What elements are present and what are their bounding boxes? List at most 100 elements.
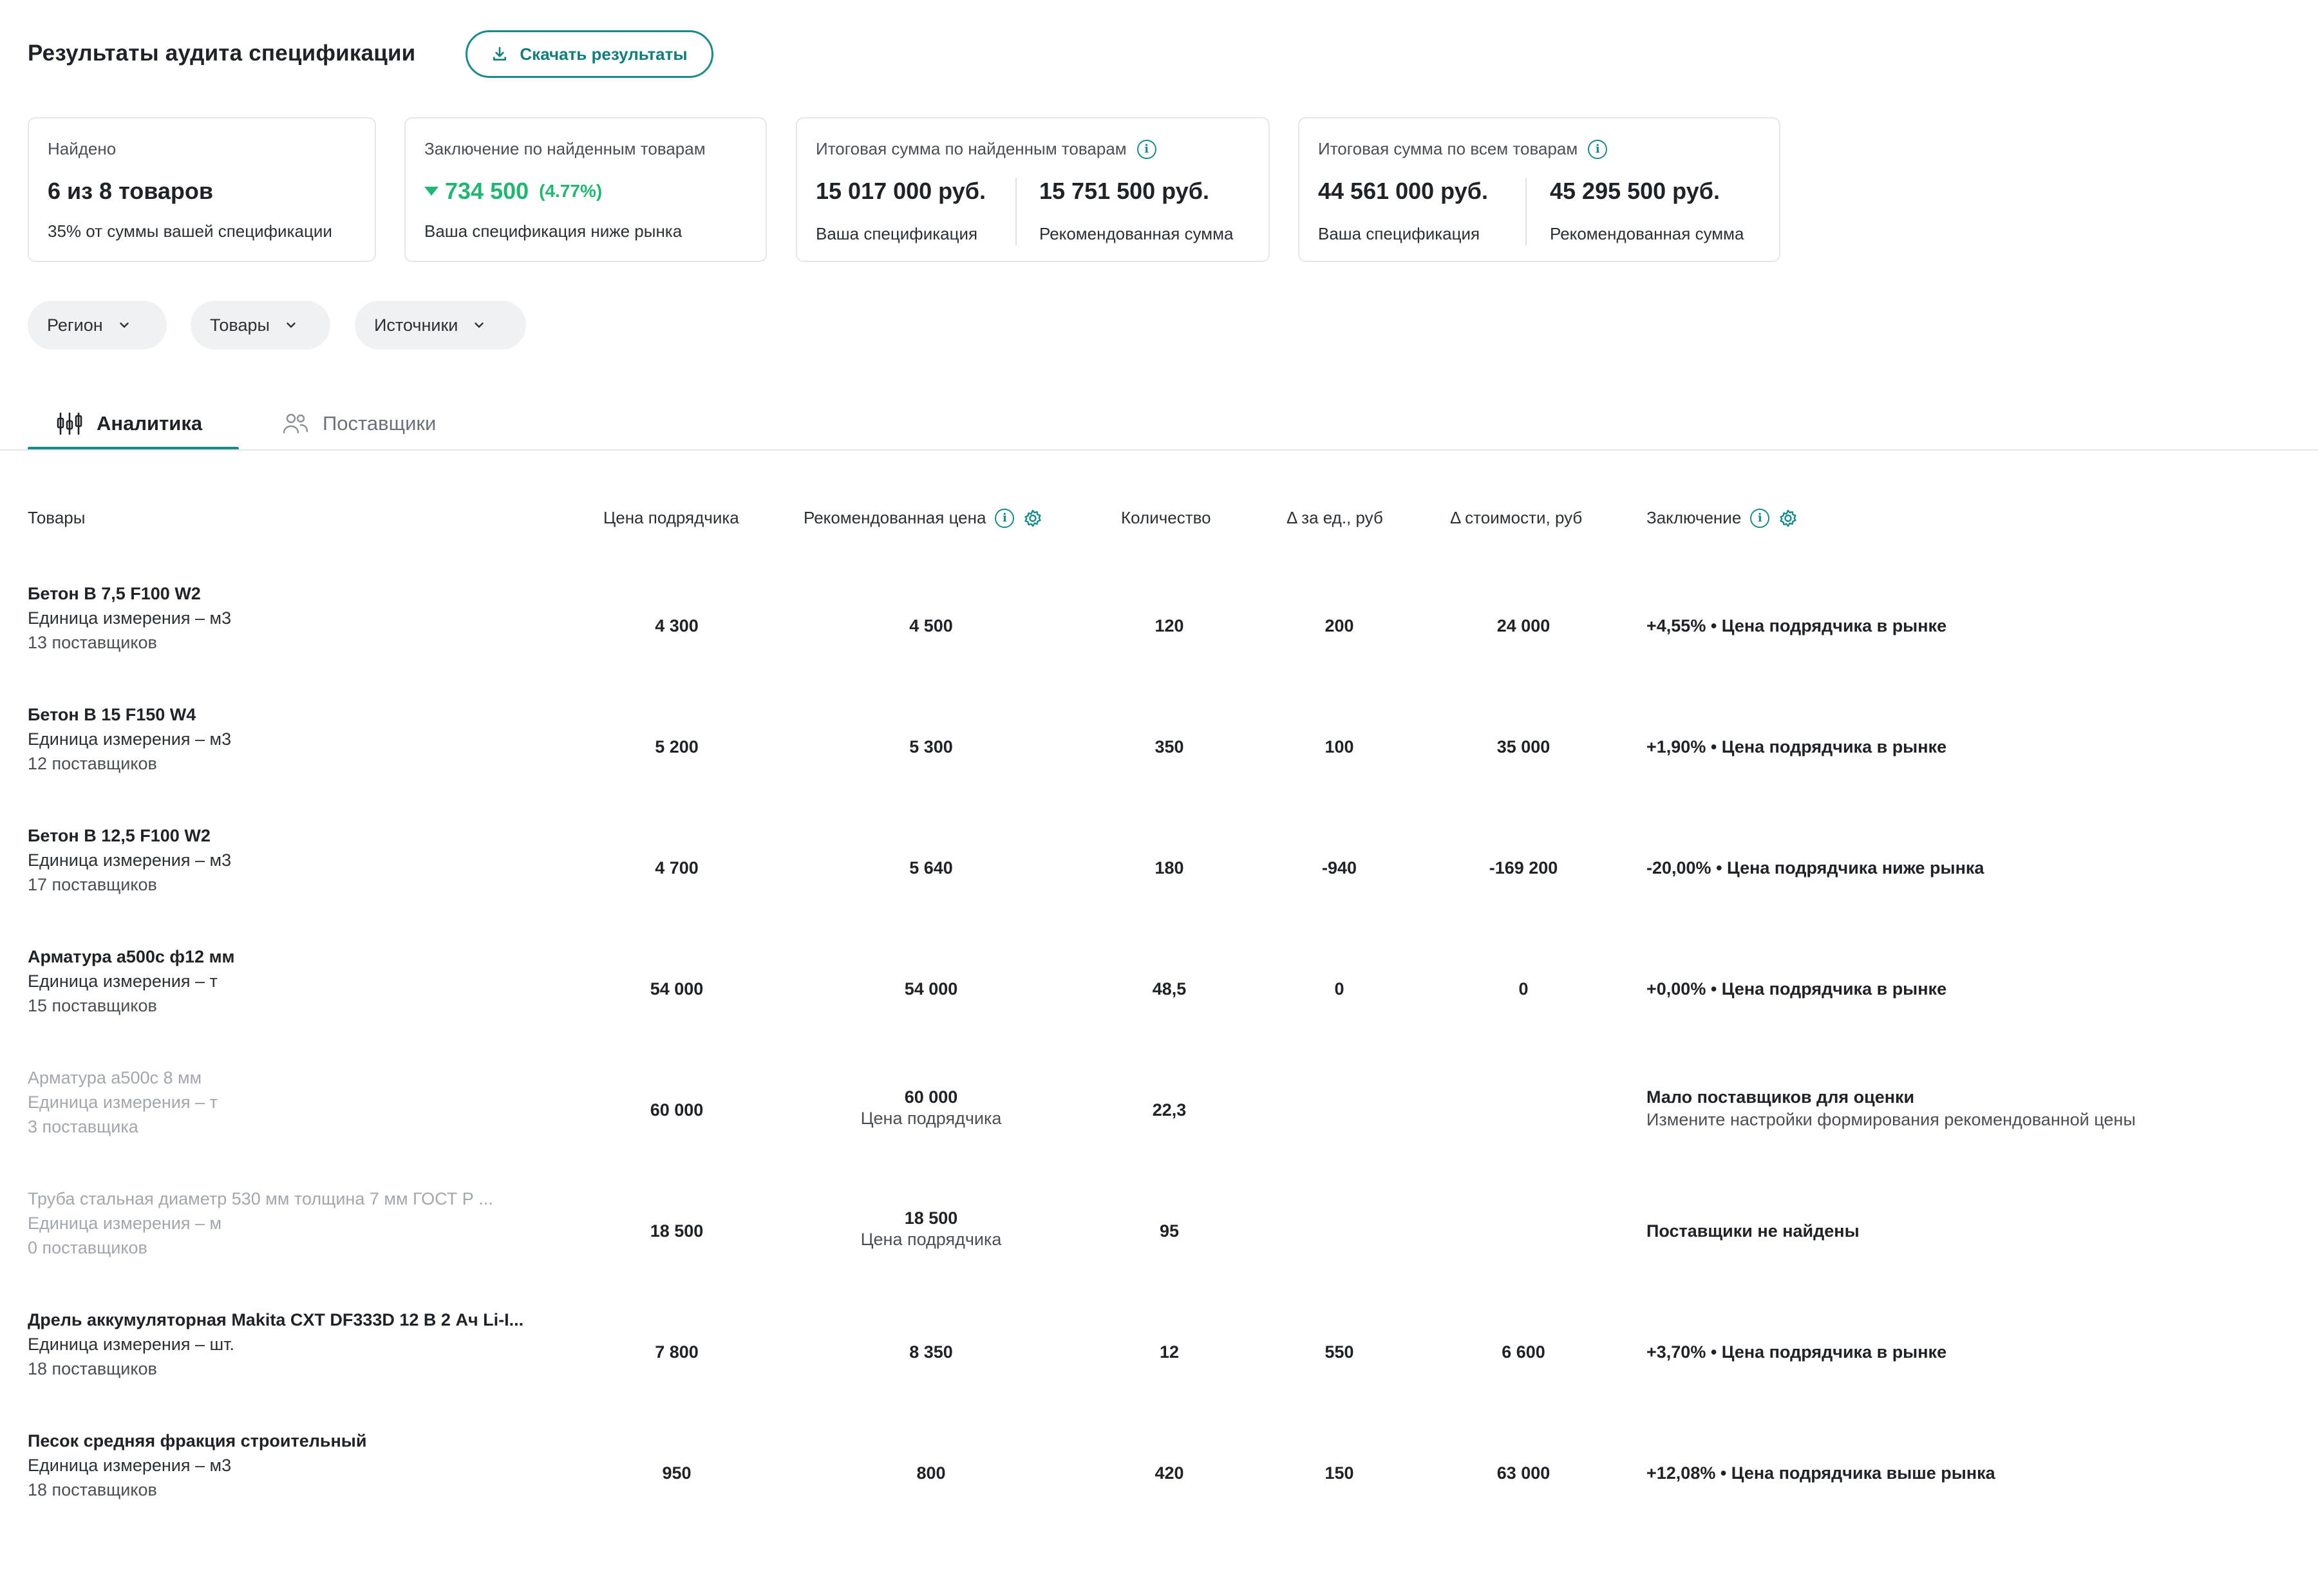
product-cell: Бетон В 7,5 F100 W2 Единица измерения – … xyxy=(28,581,231,655)
filter-region[interactable]: Регион xyxy=(28,301,167,350)
total-all-right-value: 45 295 500 руб. xyxy=(1550,178,1720,204)
found-card-label: Найдено xyxy=(48,139,117,158)
delta-unit: 550 xyxy=(1324,1342,1354,1362)
total-all-card-label: Итоговая сумма по всем товарам i xyxy=(1318,139,1608,159)
conclusion-text: +3,70% • Цена подрядчика в рынке xyxy=(1646,1342,1947,1362)
quantity: 95 xyxy=(1159,1221,1180,1241)
contractor-price: 4 700 xyxy=(655,858,699,878)
found-card: Найдено 6 из 8 товаров 35% от суммы ваше… xyxy=(28,117,376,262)
table-row[interactable]: Труба стальная диаметр 530 мм толщина 7 … xyxy=(0,1187,2318,1308)
product-unit: Единица измерения – м3 xyxy=(28,850,232,870)
recommended-price: 800 xyxy=(834,1463,1028,1483)
conclusion: Мало поставщиков для оценки Измените нас… xyxy=(1646,1087,2136,1130)
tab-suppliers[interactable]: Поставщики xyxy=(281,399,436,448)
page-header: Результаты аудита спецификации xyxy=(28,30,415,77)
conclusion-text: +1,90% • Цена подрядчика в рынке xyxy=(1646,737,1947,756)
table-row[interactable]: Бетон В 12,5 F100 W2 Единица измерения –… xyxy=(0,823,2318,944)
product-cell: Труба стальная диаметр 530 мм толщина 7 … xyxy=(28,1187,493,1260)
filter-products[interactable]: Товары xyxy=(191,301,330,350)
table-row[interactable]: Бетон В 7,5 F100 W2 Единица измерения – … xyxy=(0,581,2318,702)
found-card-sub: 35% от суммы вашей спецификации xyxy=(48,221,332,241)
delta-cost: 24 000 xyxy=(1496,616,1550,635)
tab-analytics[interactable]: Аналитика xyxy=(55,399,202,448)
total-all-left: 44 561 000 руб. Ваша спецификация xyxy=(1318,178,1488,244)
delta-unit: 150 xyxy=(1324,1463,1354,1483)
delta-cost: 6 600 xyxy=(1502,1342,1545,1362)
filter-products-label: Товары xyxy=(210,315,270,335)
tab-suppliers-label: Поставщики xyxy=(323,412,437,435)
product-suppliers: 17 поставщиков xyxy=(28,875,157,894)
product-cell: Арматура а500с ф12 мм Единица измерения … xyxy=(28,944,235,1018)
gear-icon[interactable] xyxy=(1778,509,1798,528)
gear-icon[interactable] xyxy=(1023,509,1042,528)
table-row[interactable]: Арматура а500с 8 мм Единица измерения – … xyxy=(0,1066,2318,1187)
product-suppliers: 0 поставщиков xyxy=(28,1238,147,1257)
download-icon xyxy=(493,46,507,61)
conclusion: +3,70% • Цена подрядчика в рынке xyxy=(1646,1342,1946,1362)
recommended-price: 8 350 xyxy=(834,1342,1028,1362)
table-row[interactable]: Бетон В 15 F150 W4 Единица измерения – м… xyxy=(0,702,2318,823)
column-header-conclusion: Заключение i xyxy=(1646,508,1798,528)
chevron-down-icon xyxy=(287,323,296,328)
conclusion: Поставщики не найдены xyxy=(1646,1221,1860,1241)
table-row[interactable]: Дрель аккумуляторная Makita CXT DF333D 1… xyxy=(0,1308,2318,1429)
conclusion-card-value: 734 500 (4.77%) xyxy=(424,178,602,205)
product-suppliers: 3 поставщика xyxy=(28,1117,138,1136)
delta-unit: -940 xyxy=(1321,858,1357,878)
total-found-card: Итоговая сумма по найденным товарам i 15… xyxy=(796,117,1270,262)
info-icon[interactable]: i xyxy=(995,508,1015,528)
product-cell: Бетон В 12,5 F100 W2 Единица измерения –… xyxy=(28,823,231,897)
chevron-down-icon xyxy=(120,323,129,328)
conclusion-text: +0,00% • Цена подрядчика в рынке xyxy=(1646,979,1947,999)
total-all-label-text: Итоговая сумма по всем товарам xyxy=(1318,139,1578,158)
delta-cost: 0 xyxy=(1518,979,1529,999)
total-all-right: 45 295 500 руб. Рекомендованная сумма xyxy=(1550,178,1744,244)
product-suppliers: 13 поставщиков xyxy=(28,633,157,652)
product-suppliers: 18 поставщиков xyxy=(28,1359,157,1378)
product-name: Арматура а500с ф12 мм xyxy=(28,947,235,966)
found-card-value: 6 из 8 товаров xyxy=(48,178,214,204)
table-row[interactable]: Арматура а500с ф12 мм Единица измерения … xyxy=(0,944,2318,1066)
info-icon[interactable]: i xyxy=(1750,508,1770,528)
table-row[interactable]: Песок средняя фракция строительный Едини… xyxy=(0,1429,2318,1550)
product-suppliers: 15 поставщиков xyxy=(28,996,157,1015)
total-found-right-value: 15 751 500 руб. xyxy=(1039,178,1209,204)
conclusion-text: Мало поставщиков для оценки xyxy=(1646,1087,1915,1107)
contractor-price: 7 800 xyxy=(655,1342,699,1362)
contractor-price: 60 000 xyxy=(650,1100,704,1120)
recommended-price: 60 000 Цена подрядчика xyxy=(834,1087,1028,1129)
delta-cost: 63 000 xyxy=(1496,1463,1550,1483)
product-name: Бетон В 12,5 F100 W2 xyxy=(28,826,211,845)
info-icon[interactable]: i xyxy=(1588,139,1608,159)
product-name: Дрель аккумуляторная Makita CXT DF333D 1… xyxy=(28,1310,524,1329)
conclusion-text: +4,55% • Цена подрядчика в рынке xyxy=(1646,616,1947,635)
product-name: Бетон В 7,5 F100 W2 xyxy=(28,584,201,603)
quantity: 12 xyxy=(1159,1342,1180,1362)
total-found-left-value: 15 017 000 руб. xyxy=(816,178,986,204)
delta-cost: 35 000 xyxy=(1496,737,1550,756)
recommended-price: 5 300 xyxy=(834,737,1028,757)
filter-sources[interactable]: Источники xyxy=(355,301,526,350)
quantity: 22,3 xyxy=(1152,1100,1187,1120)
total-all-right-sub: Рекомендованная сумма xyxy=(1550,224,1744,243)
info-icon[interactable]: i xyxy=(1136,139,1156,159)
product-cell: Арматура а500с 8 мм Единица измерения – … xyxy=(28,1066,218,1139)
conclusion: +1,90% • Цена подрядчика в рынке xyxy=(1646,737,1946,757)
filter-region-label: Регион xyxy=(47,315,103,335)
delta-unit: 0 xyxy=(1334,979,1344,999)
down-triangle-icon xyxy=(424,187,438,196)
recommended-price-sub: Цена подрядчика xyxy=(860,1109,1002,1128)
page-title: Результаты аудита спецификации xyxy=(28,41,416,66)
conclusion-card: Заключение по найденным товарам 734 500 … xyxy=(404,117,767,262)
conclusion-amount: 734 500 xyxy=(445,178,529,204)
total-found-right: 15 751 500 руб. Рекомендованная сумма xyxy=(1039,178,1234,244)
total-found-card-label: Итоговая сумма по найденным товарам i xyxy=(816,139,1156,159)
download-results-button[interactable]: Скачать результаты xyxy=(466,30,713,78)
product-suppliers: 18 поставщиков xyxy=(28,1480,157,1499)
product-unit: Единица измерения – м xyxy=(28,1214,222,1233)
conclusion-text: Поставщики не найдены xyxy=(1646,1221,1860,1241)
delta-unit: 200 xyxy=(1324,616,1354,635)
recommended-price-value: 4 500 xyxy=(909,616,953,635)
product-suppliers: 12 поставщиков xyxy=(28,754,157,773)
column-header-conclusion-label: Заключение xyxy=(1646,508,1742,527)
